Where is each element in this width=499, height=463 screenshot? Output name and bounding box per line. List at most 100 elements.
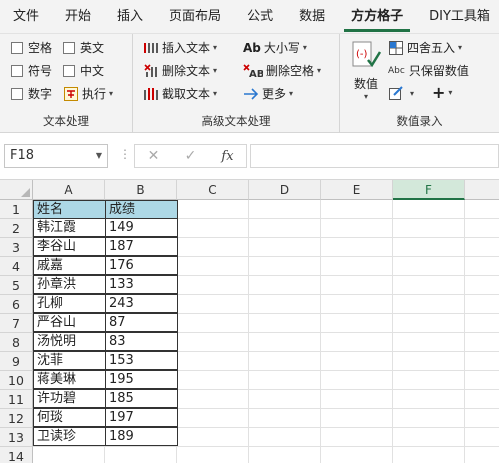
tab-insert[interactable]: 插入 (104, 0, 156, 34)
insert-text-button[interactable]: 插入文本 ▾ (143, 39, 217, 56)
row-header-13[interactable]: 13 (0, 428, 33, 447)
delete-space-button[interactable]: AB 删除空格 ▾ (243, 62, 321, 80)
row-header-6[interactable]: 6 (0, 295, 33, 314)
tab-page-layout[interactable]: 页面布局 (156, 0, 234, 34)
check-icon[interactable]: ✓ (172, 148, 209, 164)
column-header-a[interactable]: A (33, 180, 105, 200)
column-header-c[interactable]: C (177, 180, 249, 200)
plus-button[interactable]: + ▾ (432, 83, 452, 102)
checkbox-space[interactable]: 空格 (11, 39, 52, 56)
chevron-down-icon: ▾ (213, 89, 218, 98)
arrow-right-icon (243, 86, 259, 102)
row-header-5[interactable]: 5 (0, 276, 33, 295)
table-cell-name[interactable]: 韩江霞 (33, 218, 106, 237)
checkbox-number[interactable]: 数字 (11, 85, 52, 102)
header-cell-score[interactable]: 成绩 (105, 200, 178, 219)
table-cell-name[interactable]: 李谷山 (33, 237, 106, 256)
header-cell-name[interactable]: 姓名 (33, 200, 106, 219)
column-header-d[interactable]: D (249, 180, 321, 200)
checkbox-box[interactable] (63, 64, 75, 77)
table-cell-name[interactable]: 汤悦明 (33, 332, 106, 351)
row-header-4[interactable]: 4 (0, 257, 33, 276)
table-cell-name[interactable]: 蒋美琳 (33, 370, 106, 389)
execute-label: 执行 (82, 87, 107, 101)
checkbox-box[interactable] (63, 41, 75, 54)
formula-input[interactable] (250, 144, 499, 168)
case-button[interactable]: Ab 大小写 ▾ (243, 39, 307, 56)
table-cell-name[interactable]: 孔柳 (33, 294, 106, 313)
column-header-b[interactable]: B (105, 180, 177, 200)
more-button[interactable]: 更多 ▾ (243, 85, 293, 102)
edit-button[interactable]: ▾ (388, 85, 414, 101)
group-title-numeric-entry: 数值录入 (396, 114, 443, 128)
tab-fangfanggezi[interactable]: 方方格子 (338, 0, 416, 34)
delete-space-label: 删除空格 (266, 64, 315, 78)
table-cell-score[interactable]: 87 (105, 313, 178, 332)
formula-buttons: ✕ ✓ fx (134, 144, 247, 168)
row-header-14[interactable]: 14 (0, 447, 33, 463)
numeric-button[interactable]: (-) 数值 ▾ (350, 40, 382, 101)
table-cell-score[interactable]: 195 (105, 370, 178, 389)
table-cell-name[interactable]: 严谷山 (33, 313, 106, 332)
checkbox-box[interactable] (11, 87, 23, 100)
table-cell-score[interactable]: 189 (105, 427, 178, 446)
table-cell-score[interactable]: 153 (105, 351, 178, 370)
row-header-12[interactable]: 12 (0, 409, 33, 428)
table-cell-name[interactable]: 何琰 (33, 408, 106, 427)
checkbox-label: 英文 (80, 41, 105, 55)
keep-values-button[interactable]: Abc 只保留数值 (388, 62, 469, 79)
chevron-down-icon: ▾ (448, 88, 453, 97)
checkbox-box[interactable] (11, 41, 23, 54)
row-header-1[interactable]: 1 (0, 200, 33, 219)
checkbox-box[interactable] (11, 64, 23, 77)
tab-formulas[interactable]: 公式 (234, 0, 286, 34)
table-cell-name[interactable]: 孙章洪 (33, 275, 106, 294)
column-header-partial[interactable] (465, 180, 499, 200)
checkbox-symbol[interactable]: 符号 (11, 62, 52, 79)
insert-function-icon[interactable]: fx (209, 149, 246, 164)
select-all-button[interactable] (0, 180, 33, 200)
tab-data[interactable]: 数据 (286, 0, 338, 34)
table-cell-score[interactable]: 133 (105, 275, 178, 294)
row-header-2[interactable]: 2 (0, 219, 33, 238)
chevron-down-icon[interactable]: ▼ (96, 145, 102, 167)
cancel-icon[interactable]: ✕ (135, 148, 172, 164)
chevron-down-icon: ▾ (410, 88, 415, 98)
group-text-processing: 空格 英文 符号 中文 数字 执行 ▾ 文本处理 (0, 34, 133, 133)
row-header-8[interactable]: 8 (0, 333, 33, 352)
checkbox-chinese[interactable]: 中文 (63, 62, 104, 79)
table-cell-score[interactable]: 185 (105, 389, 178, 408)
name-box[interactable]: F18 ▼ (4, 144, 108, 168)
svg-text:AB: AB (249, 69, 263, 79)
table-cell-name[interactable]: 沈菲 (33, 351, 106, 370)
chevron-down-icon: ▾ (363, 92, 368, 101)
execute-button[interactable]: 执行 ▾ (63, 85, 113, 102)
row-header-3[interactable]: 3 (0, 238, 33, 257)
table-cell-score[interactable]: 176 (105, 256, 178, 275)
round-icon (388, 40, 404, 56)
delete-text-button[interactable]: 删除文本 ▾ (143, 62, 217, 79)
row-header-10[interactable]: 10 (0, 371, 33, 390)
row-header-9[interactable]: 9 (0, 352, 33, 371)
table-cell-name[interactable]: 戚嘉 (33, 256, 106, 275)
row-header-11[interactable]: 11 (0, 390, 33, 409)
tab-diy-toolbox[interactable]: DIY工具箱 (416, 0, 499, 34)
round-button[interactable]: 四舍五入 ▾ (388, 39, 462, 56)
row-header-7[interactable]: 7 (0, 314, 33, 333)
tab-home[interactable]: 开始 (52, 0, 104, 34)
table-cell-score[interactable]: 83 (105, 332, 178, 351)
numeric-icon: (-) (350, 40, 382, 73)
table-cell-score[interactable]: 149 (105, 218, 178, 237)
case-label: 大小写 (263, 41, 300, 55)
table-cell-name[interactable]: 许功碧 (33, 389, 106, 408)
column-header-f[interactable]: F (393, 180, 465, 200)
extract-text-button[interactable]: 截取文本 ▾ (143, 85, 217, 102)
table-cell-name[interactable]: 卫读珍 (33, 427, 106, 446)
checkbox-english[interactable]: 英文 (63, 39, 104, 56)
table-cell-score[interactable]: 243 (105, 294, 178, 313)
column-header-e[interactable]: E (321, 180, 393, 200)
table-cell-score[interactable]: 197 (105, 408, 178, 427)
resize-handle-icon[interactable]: ⋮ (119, 147, 131, 161)
tab-file[interactable]: 文件 (0, 0, 52, 34)
table-cell-score[interactable]: 187 (105, 237, 178, 256)
